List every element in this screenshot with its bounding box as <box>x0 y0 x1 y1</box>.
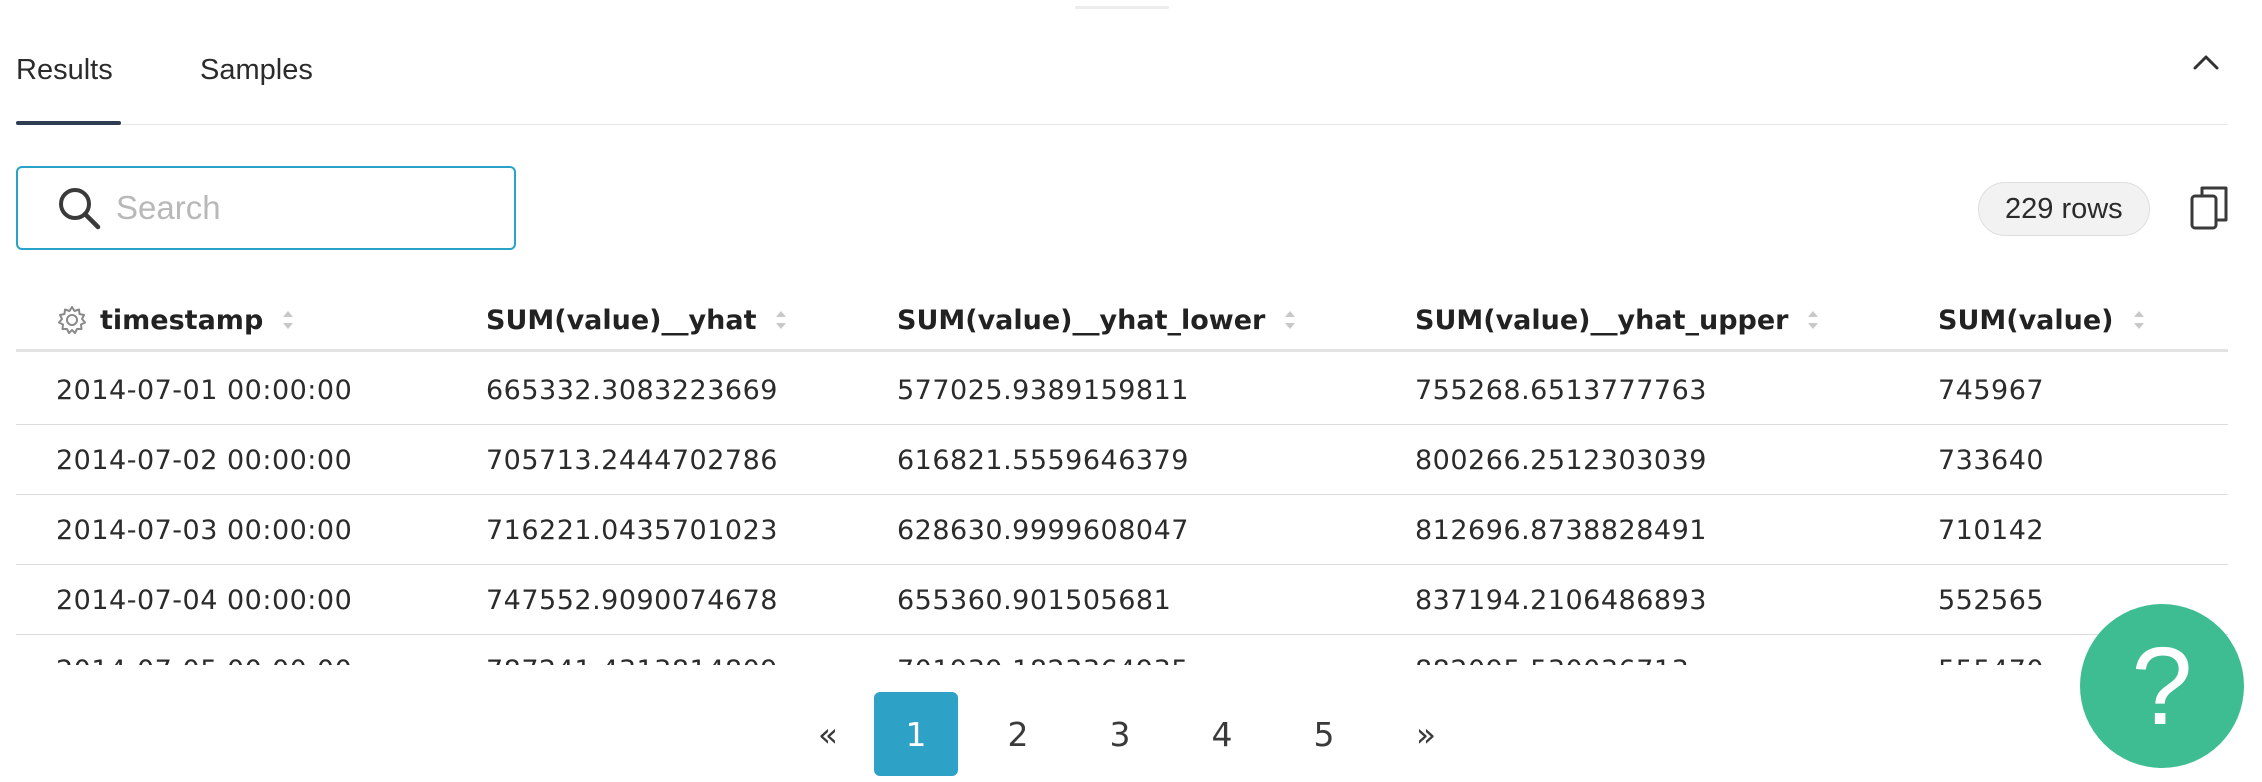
table-cell: 812696.8738828491 <box>1415 515 1707 546</box>
sort-icon[interactable] <box>1806 309 1820 331</box>
table-cell: 577025.9389159811 <box>897 375 1189 406</box>
column-header-yhat-upper[interactable]: SUM(value)__yhat_upper <box>1415 302 1820 338</box>
sort-icon[interactable] <box>281 309 295 331</box>
table-cell: 716221.0435701023 <box>486 515 778 546</box>
table-row: 2014-07-02 00:00:00 705713.2444702786 61… <box>16 425 2228 495</box>
column-label: SUM(value)__yhat_lower <box>897 304 1266 336</box>
column-label: timestamp <box>100 304 264 336</box>
column-header-yhat-lower[interactable]: SUM(value)__yhat_lower <box>897 302 1297 338</box>
table-cell: 628630.9999608047 <box>897 515 1189 546</box>
table-cell: 2014-07-03 00:00:00 <box>56 515 353 546</box>
table-cell: 2014-07-04 00:00:00 <box>56 585 353 616</box>
table-cell: 755268.6513777763 <box>1415 375 1707 406</box>
column-label: SUM(value)__yhat_upper <box>1415 304 1789 336</box>
page-next-button[interactable]: » <box>1384 692 1468 776</box>
active-tab-indicator <box>16 121 121 125</box>
page-prev-button[interactable]: « <box>786 692 870 776</box>
table-cell: 733640 <box>1938 445 2045 476</box>
table-cell: 616821.5559646379 <box>897 445 1189 476</box>
table-cell: 710142 <box>1938 515 2045 546</box>
table-row: 2014-07-01 00:00:00 665332.3083223669 57… <box>16 355 2228 425</box>
table-cell: 655360.901505681 <box>897 585 1172 616</box>
table-cell: 2014-07-02 00:00:00 <box>56 445 353 476</box>
table-row: 2014-07-04 00:00:00 747552.9090074678 65… <box>16 565 2228 635</box>
table-cell: 555470 <box>1938 655 2044 665</box>
page-button-1[interactable]: 1 <box>874 692 958 776</box>
chevron-up-icon <box>2193 55 2219 70</box>
table-cell: 665332.3083223669 <box>486 375 778 406</box>
search-box[interactable] <box>16 166 516 250</box>
table-row: 2014-07-05 00:00:00 787241.4313814809 70… <box>16 635 2228 665</box>
column-header-yhat[interactable]: SUM(value)__yhat <box>486 302 788 338</box>
column-header-timestamp[interactable]: timestamp <box>56 302 295 338</box>
column-header-sum-value[interactable]: SUM(value) <box>1938 302 2146 338</box>
table-cell: 2014-07-05 00:00:00 <box>56 655 352 665</box>
copy-button[interactable] <box>2188 184 2230 232</box>
table-cell: 800266.2512303039 <box>1415 445 1707 476</box>
row-count-badge: 229 rows <box>1978 182 2150 236</box>
table-cell: 882095.530036713 <box>1415 655 1689 665</box>
tab-bar: Results Samples <box>16 0 2228 125</box>
column-label: SUM(value)__yhat <box>486 304 757 336</box>
results-table: timestamp SUM(value)__yhat SUM(value)__y… <box>16 280 2228 665</box>
tab-results[interactable]: Results <box>16 54 113 87</box>
copy-icon <box>2190 186 2228 230</box>
page-button-3[interactable]: 3 <box>1078 692 1162 776</box>
page-button-4[interactable]: 4 <box>1180 692 1264 776</box>
column-label: SUM(value) <box>1938 304 2114 336</box>
table-cell: 747552.9090074678 <box>486 585 778 616</box>
table-cell: 552565 <box>1938 585 2045 616</box>
search-icon <box>59 188 101 230</box>
table-cell: 701939.1823364935 <box>897 655 1189 665</box>
table-cell: 705713.2444702786 <box>486 445 778 476</box>
page-button-2[interactable]: 2 <box>976 692 1060 776</box>
page-button-5[interactable]: 5 <box>1282 692 1366 776</box>
sort-icon[interactable] <box>2132 309 2146 331</box>
tab-samples[interactable]: Samples <box>200 54 313 87</box>
sort-icon[interactable] <box>1283 309 1297 331</box>
table-row: 2014-07-03 00:00:00 716221.0435701023 62… <box>16 495 2228 565</box>
collapse-button[interactable] <box>2186 42 2226 82</box>
gear-icon[interactable] <box>56 304 88 336</box>
table-cell: 787241.4313814809 <box>486 655 778 665</box>
sort-icon[interactable] <box>774 309 788 331</box>
table-cell: 837194.2106486893 <box>1415 585 1707 616</box>
table-header: timestamp SUM(value)__yhat SUM(value)__y… <box>16 280 2228 352</box>
search-input[interactable] <box>116 189 496 227</box>
help-button[interactable]: ? <box>2080 604 2244 768</box>
table-cell: 2014-07-01 00:00:00 <box>56 375 353 406</box>
table-cell: 745967 <box>1938 375 2045 406</box>
